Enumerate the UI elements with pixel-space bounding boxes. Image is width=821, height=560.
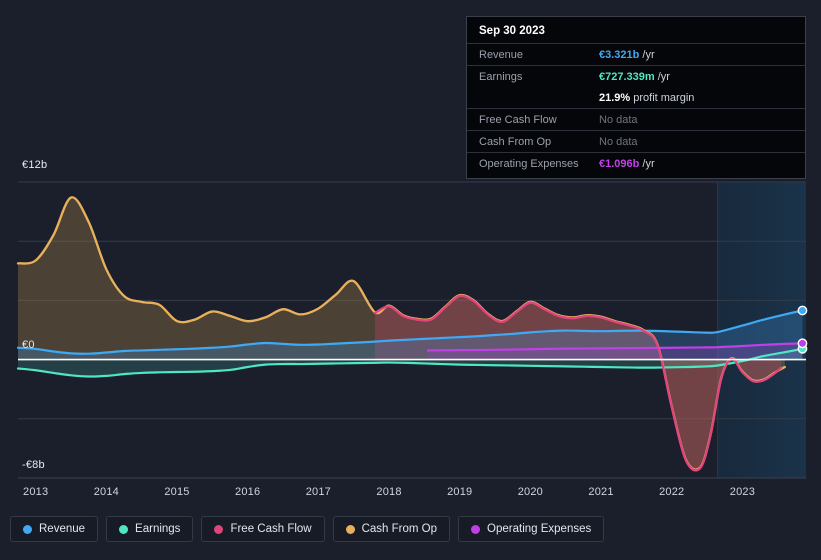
tooltip-row-free-cash-flow: Free Cash Flow No data [467, 108, 805, 130]
tooltip-row-label: Cash From Op [479, 135, 552, 148]
x-axis-tick-2022: 2022 [659, 486, 685, 498]
x-axis-tick-2019: 2019 [447, 486, 473, 498]
tooltip-row-value: €1.096b /yr [599, 157, 655, 170]
tooltip-row-value: No data [599, 113, 638, 126]
tooltip-row-value: No data [599, 135, 638, 148]
x-axis-tick-2023: 2023 [729, 486, 756, 498]
x-axis-tick-2018: 2018 [376, 486, 402, 498]
y-axis-label-max: €12b [22, 159, 48, 171]
x-axis-tick-2015: 2015 [164, 486, 190, 498]
legend-item-label: Cash From Op [361, 523, 438, 535]
tooltip-rows: Revenue €3.321b /yr Earnings €727.339m /yr 2… [467, 43, 805, 174]
x-axis-tick-2021: 2021 [588, 486, 614, 498]
chart-legend[interactable]: Revenue Earnings Free Cash Flow Cash From O… [10, 516, 605, 542]
tooltip-row-operating-expenses: Operating Expenses €1.096b /yr [467, 152, 805, 174]
y-axis-label-min: -€8b [22, 459, 45, 471]
legend-item-operating-expenses[interactable]: Operating Expenses [458, 516, 605, 542]
y-axis-label-zero: €0 [22, 339, 35, 351]
legend-item-revenue[interactable]: Revenue [10, 516, 99, 542]
x-axis-tick-2020: 2020 [517, 486, 544, 498]
tooltip-profit-margin-value: 21.9% profit margin [599, 91, 695, 104]
legend-item-label: Revenue [39, 523, 86, 535]
legend-color-dot-icon [214, 524, 224, 534]
x-axis-tick-2014: 2014 [93, 486, 119, 498]
legend-color-dot-icon [345, 524, 355, 534]
x-axis: 2013 2014 2015 2016 2017 2018 2019 2020 2021 2022… [0, 486, 821, 504]
legend-item-free-cash-flow[interactable]: Free Cash Flow [201, 516, 325, 542]
tooltip-row-label: Earnings [479, 70, 523, 83]
legend-color-dot-icon [23, 524, 32, 534]
x-axis-tick-2013: 2013 [23, 486, 49, 498]
legend-item-label: Earnings [135, 523, 181, 535]
tooltip-date: Sep 30 2023 [479, 25, 545, 37]
chart-tooltip: Sep 30 2023 Revenue €3.321b /yr Earnings €7… [466, 16, 806, 179]
legend-item-label: Operating Expenses [487, 523, 592, 535]
legend-item-cash-from-op[interactable]: Cash From Op [332, 516, 451, 542]
tooltip-profit-margin-row: 21.9% profit margin [467, 87, 805, 108]
tooltip-row-value: €727.339m /yr [599, 70, 670, 83]
tooltip-row-label: Free Cash Flow [479, 113, 557, 126]
tooltip-row-cash-from-op: Cash From Op No data [467, 130, 805, 152]
legend-color-dot-icon [119, 524, 129, 534]
endpoint-marker-revenue[interactable] [797, 305, 808, 316]
tooltip-row-value: €3.321b /yr [599, 48, 655, 61]
legend-item-earnings[interactable]: Earnings [106, 516, 194, 542]
x-axis-tick-2016: 2016 [235, 486, 261, 498]
tooltip-row-label: Operating Expenses [479, 157, 579, 170]
tooltip-row-earnings: Earnings €727.339m /yr [467, 65, 805, 87]
x-axis-tick-2017: 2017 [305, 486, 331, 498]
tooltip-row-label: Revenue [479, 48, 524, 61]
legend-item-label: Free Cash Flow [230, 523, 312, 535]
endpoint-marker-operating-expenses[interactable] [797, 338, 808, 349]
legend-color-dot-icon [471, 524, 481, 534]
tooltip-row-revenue: Revenue €3.321b /yr [467, 43, 805, 65]
